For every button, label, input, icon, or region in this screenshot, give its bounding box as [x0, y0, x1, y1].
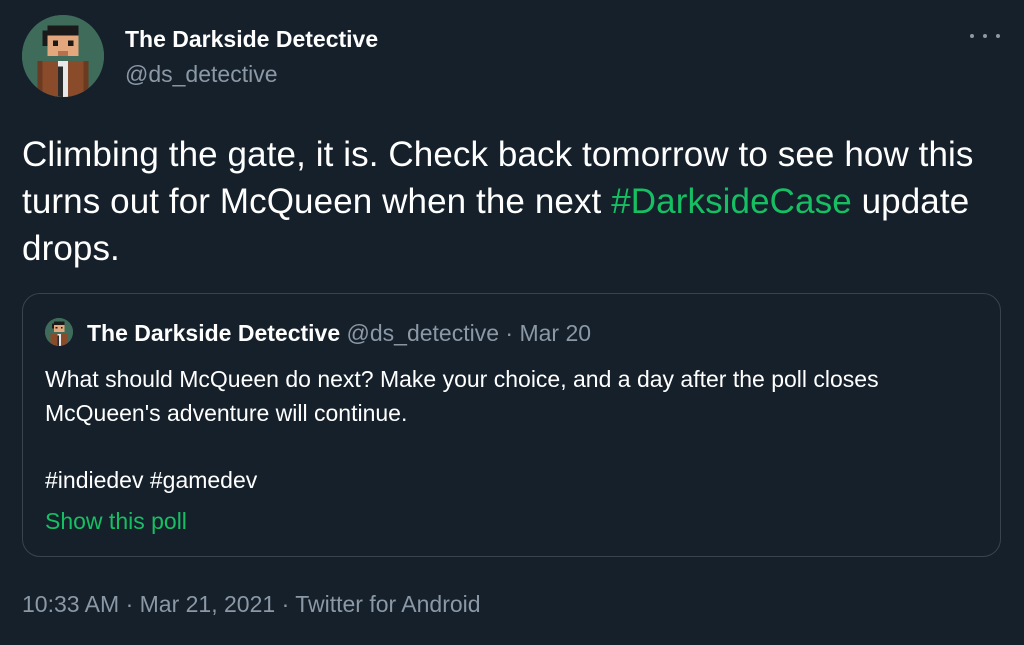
quoted-author-avatar[interactable] [45, 318, 73, 346]
pixel-detective-icon [45, 318, 73, 346]
tweet-text: Climbing the gate, it is. Check back tom… [22, 131, 1002, 272]
more-options-icon[interactable] [970, 26, 1000, 46]
meta-separator: · [125, 591, 134, 617]
tweet-time[interactable]: 10:33 AM [22, 591, 119, 617]
quoted-tweet-date[interactable]: Mar 20 [519, 320, 591, 346]
meta-separator: · [281, 591, 290, 617]
tweet-card: The Darkside Detective @ds_detective Cli… [0, 0, 1024, 645]
quoted-author-name[interactable]: The Darkside Detective [87, 320, 340, 346]
show-poll-link[interactable]: Show this poll [45, 504, 187, 538]
quoted-tweet-header: The Darkside Detective @ds_detective · M… [87, 318, 591, 348]
quoted-author-handle[interactable]: @ds_detective [347, 320, 500, 346]
more-dot [983, 34, 987, 38]
pixel-detective-icon [22, 15, 104, 97]
tweet-timestamp: 10:33 AM · Mar 21, 2021 · Twitter for An… [22, 589, 481, 619]
hashtag-link[interactable]: #DarksideCase [611, 182, 852, 221]
author-handle[interactable]: @ds_detective [125, 59, 278, 89]
more-dot [970, 34, 974, 38]
author-avatar[interactable] [22, 15, 104, 97]
author-display-name[interactable]: The Darkside Detective [125, 24, 378, 54]
meta-separator: · [505, 320, 514, 346]
quoted-tweet-text: What should McQueen do next? Make your c… [45, 366, 879, 426]
quoted-tweet[interactable]: The Darkside Detective @ds_detective · M… [22, 293, 1001, 557]
more-dot [996, 34, 1000, 38]
tweet-date[interactable]: Mar 21, 2021 [140, 591, 276, 617]
quoted-tweet-hashtags: #indiedev #gamedev [45, 467, 258, 493]
tweet-source[interactable]: Twitter for Android [295, 591, 480, 617]
